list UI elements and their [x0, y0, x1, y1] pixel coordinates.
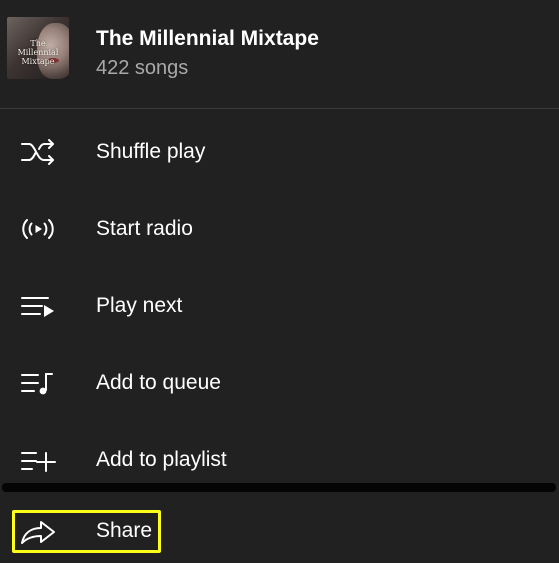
- menu-item-label: Play next: [96, 293, 183, 317]
- radio-icon: [18, 212, 58, 246]
- playlist-title: The Millennial Mixtape: [96, 27, 319, 50]
- overflow-menu-sheet: The Millennial Mixtape The Millennial Mi…: [0, 0, 559, 563]
- add-to-queue-icon: [18, 366, 58, 400]
- share-highlight-box: [12, 510, 161, 553]
- thumbnail-text: The Millennial Mixtape: [17, 39, 59, 66]
- sheet-separator: [2, 483, 556, 492]
- menu-item-start-radio[interactable]: Start radio: [0, 190, 559, 267]
- menu-item-label: Start radio: [96, 216, 193, 240]
- menu-item-play-next[interactable]: Play next: [0, 267, 559, 344]
- play-next-icon: [18, 289, 58, 323]
- playlist-song-count: 422 songs: [96, 57, 189, 79]
- menu-item-label: Add to queue: [96, 370, 221, 394]
- playlist-header: The Millennial Mixtape The Millennial Mi…: [0, 0, 559, 108]
- add-to-playlist-icon: [18, 443, 58, 477]
- menu-item-label: Shuffle play: [96, 139, 206, 163]
- header-divider: [0, 108, 559, 109]
- menu-item-shuffle-play[interactable]: Shuffle play: [0, 113, 559, 190]
- menu-item-label: Add to playlist: [96, 447, 227, 471]
- playlist-thumbnail: The Millennial Mixtape: [7, 17, 69, 79]
- menu-item-add-to-queue[interactable]: Add to queue: [0, 344, 559, 421]
- shuffle-icon: [18, 135, 58, 169]
